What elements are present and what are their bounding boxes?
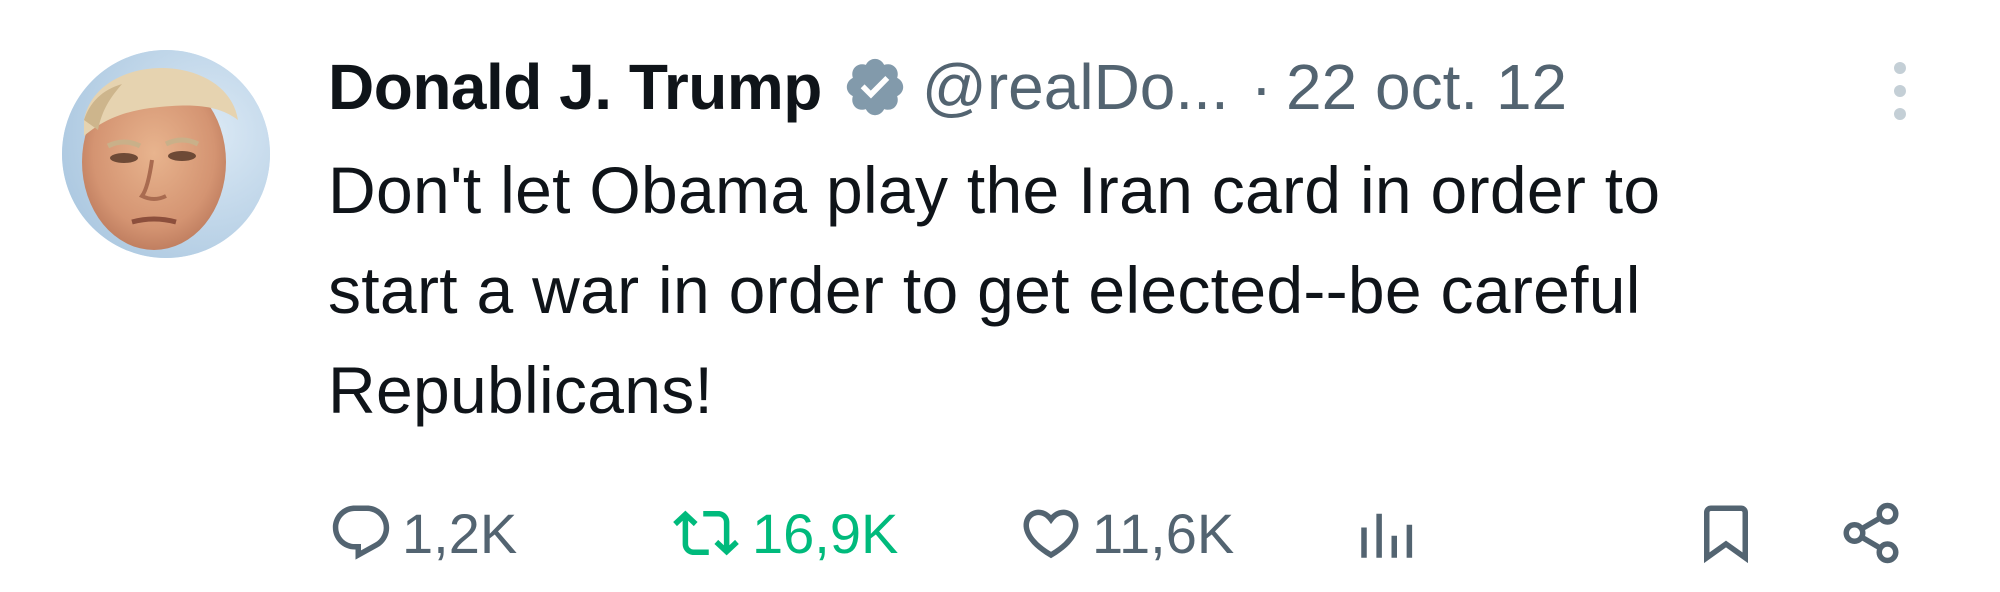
tweet-timestamp[interactable]: 22 oct. 12	[1286, 50, 1567, 124]
reply-button[interactable]: 1,2K	[328, 488, 517, 578]
retweet-button[interactable]: 16,9K	[668, 488, 898, 578]
tweet-text: Don't let Obama play the Iran card in or…	[328, 140, 1968, 440]
tweet-text-line: start a war in order to get elected--be …	[328, 253, 1641, 327]
like-button[interactable]: 11,6K	[1018, 488, 1234, 578]
share-button[interactable]	[1838, 488, 1904, 578]
like-count: 11,6K	[1092, 501, 1235, 565]
heart-icon	[1023, 509, 1079, 559]
tweet-header: Donald J. Trump @realDo... · 22 oct. 12	[328, 42, 1567, 132]
tweet[interactable]: Donald J. Trump @realDo... · 22 oct. 12 …	[0, 0, 2000, 592]
user-handle[interactable]: @realDo...	[922, 50, 1229, 124]
reply-icon	[332, 505, 390, 560]
tweet-text-line: Don't let Obama play the Iran card in or…	[328, 153, 1661, 227]
views-button[interactable]	[1353, 488, 1419, 578]
retweet-count: 16,9K	[752, 501, 899, 565]
bookmark-button[interactable]	[1693, 488, 1759, 578]
profile-photo	[62, 50, 270, 258]
retweet-icon	[673, 510, 739, 556]
separator-dot: ·	[1250, 51, 1273, 123]
more-options-icon[interactable]	[1880, 56, 1920, 126]
share-icon	[1843, 502, 1899, 564]
action-bar: 1,2K 16,9K 11,6K	[328, 488, 1968, 578]
display-name[interactable]: Donald J. Trump	[328, 50, 822, 124]
bar-chart-icon	[1361, 513, 1413, 558]
bookmark-icon	[1704, 505, 1748, 564]
reply-count: 1,2K	[402, 501, 518, 565]
avatar[interactable]	[62, 50, 270, 258]
verified-badge-icon[interactable]	[842, 54, 908, 120]
tweet-text-line: Republicans!	[328, 353, 714, 427]
